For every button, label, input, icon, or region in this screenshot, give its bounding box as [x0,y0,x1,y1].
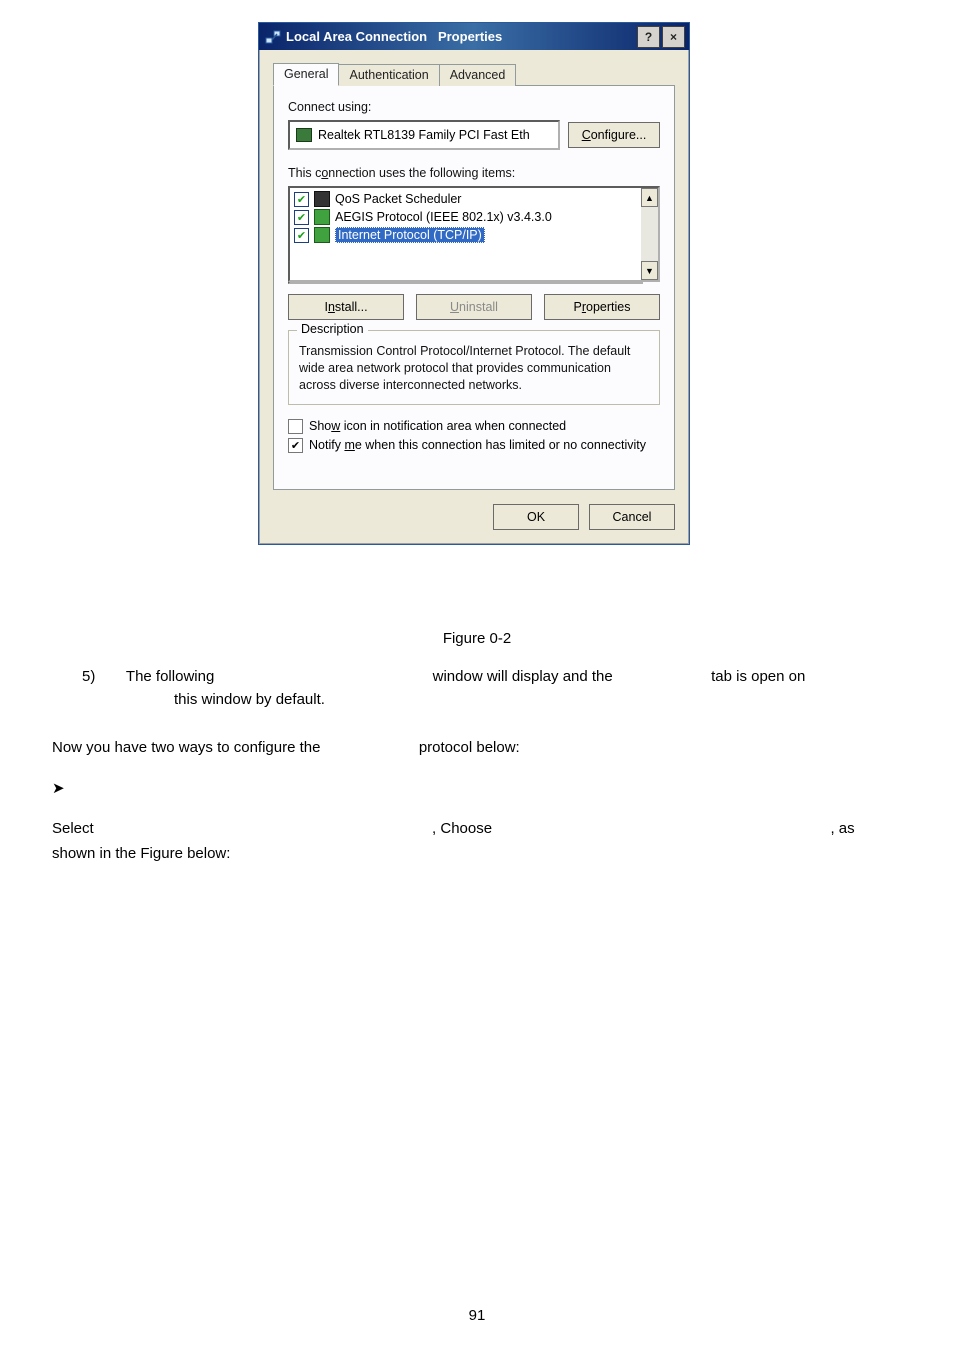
configure-text-a: Now you have two ways to configure the [52,739,320,756]
uninstall-button: Uninstall [416,294,532,320]
checkbox-icon[interactable]: ✔ [294,192,309,207]
select-b: , Choose [432,820,492,837]
tab-panel-general: Connect using: Realtek RTL8139 Family PC… [273,85,675,490]
step-text-line2: this window by default. [174,688,902,711]
configure-line: Now you have two ways to configure the p… [52,736,902,759]
install-button[interactable]: Install... [288,294,404,320]
step-text-a: The following [126,668,214,685]
dialog-body: General Authentication Advanced Connect … [259,50,689,504]
vertical-scrollbar[interactable]: ▲ ▼ [641,188,658,280]
list-item-qos[interactable]: ✔ QoS Packet Scheduler [294,190,637,208]
select-a: Select [52,820,94,837]
connect-using-label: Connect using: [288,100,660,114]
configure-button[interactable]: Configure... [568,122,660,148]
adapter-field[interactable]: Realtek RTL8139 Family PCI Fast Eth [288,120,560,150]
scroll-down-icon[interactable]: ▼ [641,261,658,280]
select-line2: shown in the Figure below: [52,842,902,865]
page-number: 91 [0,1307,954,1324]
close-button[interactable]: × [662,26,685,48]
tab-general[interactable]: General [273,63,339,86]
step-text-b: window will display and the [433,668,613,685]
list-item-tcpip[interactable]: ✔ Internet Protocol (TCP/IP) [294,226,637,244]
checkbox-icon[interactable]: ✔ [288,438,303,453]
dialog-footer: OK Cancel [259,504,689,544]
list-item-aegis[interactable]: ✔ AEGIS Protocol (IEEE 802.1x) v3.4.3.0 [294,208,637,226]
select-line: Select , Choose , as shown in the Figure… [52,817,902,866]
step-5: 5) The following window will display and… [52,665,902,712]
scroll-up-icon[interactable]: ▲ [641,188,658,207]
properties-dialog: Local Area Connection Properties ? × Gen… [258,22,690,545]
ok-button[interactable]: OK [493,504,579,530]
tab-advanced[interactable]: Advanced [439,64,517,86]
description-text: Transmission Control Protocol/Internet P… [299,343,649,394]
document-body: Figure 0-2 5) The following window will … [0,616,954,865]
bullet-arrow: ➤ [52,779,954,797]
checkbox-icon[interactable]: ✔ [294,228,309,243]
select-c: , as [830,820,854,837]
description-title: Description [297,322,368,336]
adapter-name: Realtek RTL8139 Family PCI Fast Eth [318,128,530,142]
checkbox-icon[interactable]: ✔ [294,210,309,225]
checkbox-icon[interactable] [288,419,303,434]
show-icon-checkbox[interactable]: Show icon in notification area when conn… [288,419,660,434]
description-group: Description Transmission Control Protoco… [288,330,660,405]
figure-caption: Figure 0-2 [0,630,954,647]
protocol-icon [314,227,330,243]
step-number: 5) [82,665,122,688]
configure-text-b: protocol below: [419,739,520,756]
properties-button[interactable]: Properties [544,294,660,320]
items-label: This connection uses the following items… [288,166,660,180]
notify-checkbox[interactable]: ✔ Notify me when this connection has lim… [288,438,660,453]
title-suffix: Properties [438,29,502,44]
tab-strip: General Authentication Advanced [273,62,675,86]
network-connection-icon [265,29,281,45]
cancel-button[interactable]: Cancel [589,504,675,530]
tab-authentication[interactable]: Authentication [338,64,439,86]
protocol-icon [314,209,330,225]
components-list[interactable]: ✔ QoS Packet Scheduler ✔ AEGIS Protocol … [288,186,660,282]
scheduler-icon [314,191,330,207]
title-prefix: Local Area Connection [286,29,427,44]
step-text-c: tab is open on [711,668,805,685]
titlebar[interactable]: Local Area Connection Properties ? × [259,23,689,50]
nic-icon [296,128,312,142]
help-button[interactable]: ? [637,26,660,48]
